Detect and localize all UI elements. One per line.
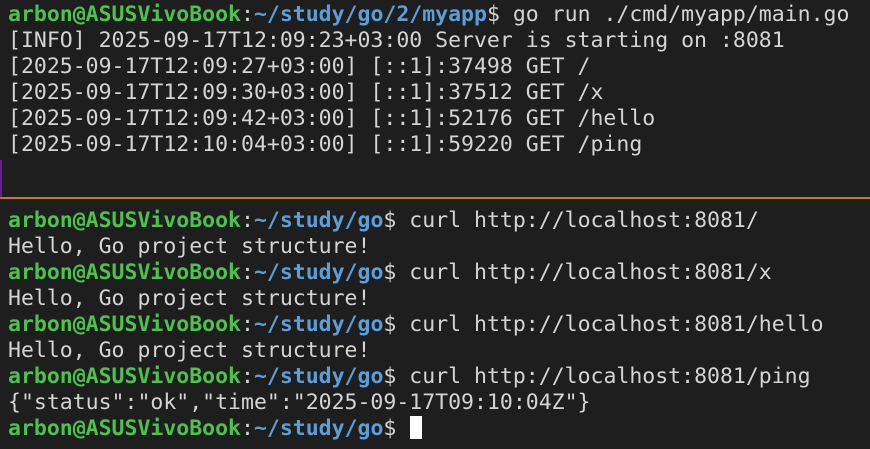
- terminal-pane-client[interactable]: arbon@ASUSVivoBook:~/study/go$ curl http…: [0, 199, 870, 449]
- prompt-path: ~/study/go: [253, 312, 384, 337]
- command-text: curl http://localhost:8081/ping: [396, 364, 811, 389]
- prompt-dollar: $: [383, 208, 397, 233]
- prompt-colon: :: [241, 416, 254, 441]
- prompt-colon: :: [241, 364, 254, 389]
- text-cursor[interactable]: [410, 416, 423, 439]
- prompt-user-host: arbon@ASUSVivoBook: [8, 208, 241, 233]
- prompt-path: ~/study/go/2/myapp: [253, 2, 487, 27]
- prompt-dollar: $: [486, 2, 500, 27]
- prompt-dollar: $: [383, 260, 397, 285]
- command-text: curl http://localhost:8081/hello: [396, 312, 824, 337]
- command-output: Hello, Go project structure!: [8, 234, 371, 259]
- command-text: curl http://localhost:8081/: [396, 208, 759, 233]
- prompt-path: ~/study/go: [253, 208, 384, 233]
- command-text: go run ./cmd/myapp/main.go: [499, 2, 850, 27]
- prompt-line: arbon@ASUSVivoBook:~/study/go$ curl http…: [8, 312, 870, 338]
- prompt-line: arbon@ASUSVivoBook:~/study/go$ curl http…: [8, 364, 870, 390]
- terminal-window[interactable]: arbon@ASUSVivoBook:~/study/go/2/myapp$ g…: [0, 0, 870, 449]
- prompt-dollar: $: [383, 312, 397, 337]
- prompt-line: arbon@ASUSVivoBook:~/study/go$ curl http…: [8, 260, 870, 286]
- prompt-dollar: $: [383, 416, 397, 441]
- prompt-path: ~/study/go: [253, 260, 384, 285]
- log-line: [INFO] 2025-09-17T12:09:23+03:00 Server …: [8, 28, 785, 53]
- command-output: {"status":"ok","time":"2025-09-17T09:10:…: [8, 390, 591, 415]
- log-line: [2025-09-17T12:09:42+03:00] [::1]:52176 …: [8, 106, 656, 131]
- command-text: curl http://localhost:8081/x: [396, 260, 772, 285]
- prompt-colon: :: [241, 208, 254, 233]
- prompt-colon: :: [241, 312, 254, 337]
- log-line: [2025-09-17T12:10:04+03:00] [::1]:59220 …: [8, 132, 643, 157]
- prompt-path: ~/study/go: [253, 364, 384, 389]
- prompt-dollar: $: [383, 364, 397, 389]
- command-output: Hello, Go project structure!: [8, 338, 371, 363]
- prompt-line: arbon@ASUSVivoBook:~/study/go$ curl http…: [8, 208, 870, 234]
- log-line: [2025-09-17T12:09:27+03:00] [::1]:37498 …: [8, 54, 591, 79]
- log-line: [2025-09-17T12:09:30+03:00] [::1]:37512 …: [8, 80, 604, 105]
- prompt-line: arbon@ASUSVivoBook:~/study/go/2/myapp$ g…: [8, 2, 870, 28]
- prompt-path: ~/study/go: [253, 416, 384, 441]
- prompt-colon: :: [241, 260, 254, 285]
- prompt-user-host: arbon@ASUSVivoBook: [8, 260, 241, 285]
- prompt-user-host: arbon@ASUSVivoBook: [8, 312, 241, 337]
- current-prompt-line[interactable]: arbon@ASUSVivoBook:~/study/go$: [8, 416, 870, 442]
- terminal-pane-server[interactable]: arbon@ASUSVivoBook:~/study/go/2/myapp$ g…: [0, 0, 870, 197]
- pane-focus-marker: [0, 160, 2, 197]
- command-output: Hello, Go project structure!: [8, 286, 371, 311]
- prompt-user-host: arbon@ASUSVivoBook: [8, 364, 241, 389]
- prompt-user-host: arbon@ASUSVivoBook: [8, 416, 241, 441]
- prompt-user-host: arbon@ASUSVivoBook: [8, 2, 241, 27]
- prompt-colon: :: [241, 2, 254, 27]
